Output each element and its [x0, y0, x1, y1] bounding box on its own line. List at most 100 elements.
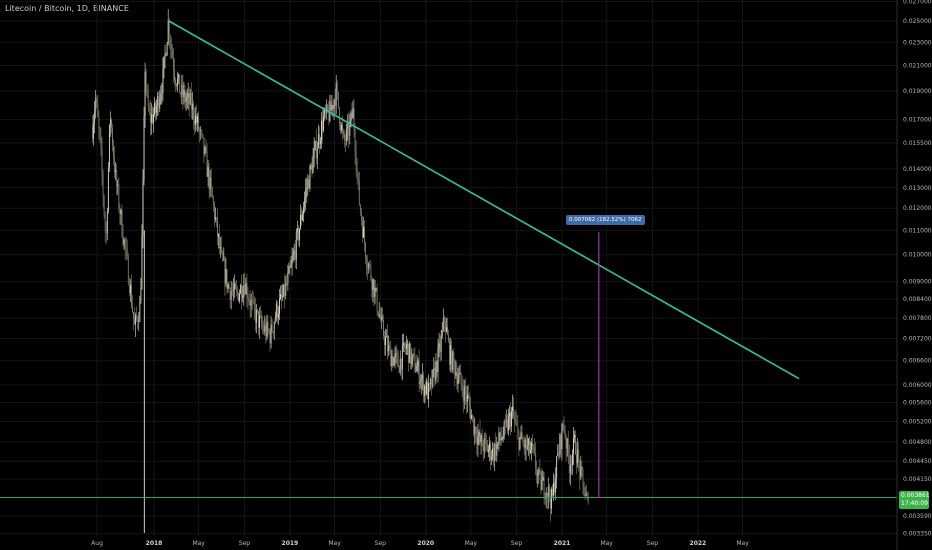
chart-canvas[interactable]: 0.027000 0.025000 0.023000 0.021000 0.019000… [0, 0, 932, 550]
candle-body [228, 284, 230, 289]
candle-body [192, 103, 194, 120]
y-tick-label: 0.004150 [903, 476, 932, 483]
candle-body [429, 383, 431, 385]
candle-body [534, 447, 536, 453]
candle-body [227, 284, 229, 289]
candle-body [496, 443, 498, 456]
candle-body [230, 291, 232, 300]
candle-body [207, 167, 209, 177]
candle-body [158, 96, 160, 109]
candle-body [194, 119, 195, 125]
x-tick-label: 2019 [282, 540, 299, 547]
candle-body [249, 301, 251, 307]
candle-body [110, 119, 111, 125]
candle-body [318, 134, 320, 144]
candle-body [284, 284, 286, 297]
candle-body [136, 315, 138, 319]
candle-body [425, 385, 426, 395]
candle-body [379, 314, 381, 320]
candle-body [263, 327, 265, 332]
last-price-badge: 0.003861 17:40:09 [899, 491, 930, 509]
candle-body [554, 482, 555, 493]
candle-body [437, 347, 439, 372]
candle-body [273, 322, 275, 332]
drawing-overlays [0, 20, 897, 499]
y-axis: 0.027000 0.025000 0.023000 0.021000 0.019000… [896, 0, 932, 550]
candle-body [569, 464, 571, 474]
measure-label[interactable]: 0.007062 (182.52%) 7062 [566, 215, 645, 225]
candle-body [304, 198, 306, 208]
candle-body [520, 432, 522, 438]
candle-body [342, 125, 343, 132]
candle-body [189, 93, 191, 105]
candle-body [92, 126, 93, 139]
candle-body [306, 188, 308, 190]
candle-body [217, 218, 218, 237]
candle-body [173, 57, 174, 70]
candle-body [96, 98, 98, 104]
candle-body [506, 420, 508, 431]
candle-body [432, 369, 434, 387]
candle-body [286, 282, 288, 284]
candle-body [450, 345, 452, 365]
candle-body [557, 453, 559, 457]
candle-body [573, 437, 574, 454]
candle-body [299, 228, 300, 240]
candle-body [485, 440, 487, 445]
y-tick-label: 0.021000 [903, 62, 932, 69]
y-tick-label: 0.009000 [903, 279, 932, 286]
candle-body [212, 198, 214, 205]
candle-body [155, 103, 156, 113]
candle-body [310, 165, 312, 167]
candle-body [473, 416, 475, 435]
candle-body [423, 385, 425, 396]
candle-body [479, 431, 481, 442]
candle-body [472, 415, 474, 417]
candle-body [359, 205, 361, 212]
candle-body [95, 98, 97, 111]
candle-body [108, 124, 110, 168]
candle-body [146, 90, 148, 94]
candle-body [513, 406, 515, 417]
candle-body [332, 105, 334, 110]
candle-body [525, 439, 527, 449]
candle-body [244, 285, 246, 295]
candle-body [370, 265, 372, 279]
candle-body [315, 141, 317, 159]
candle-body [578, 449, 580, 462]
candle-body [218, 234, 219, 237]
candle-body [421, 375, 423, 379]
candle-body [118, 184, 120, 209]
candle-body [243, 285, 245, 296]
candle-body [123, 239, 125, 245]
candle-body [572, 453, 573, 465]
candle-body [362, 220, 363, 238]
candle-body [549, 497, 551, 509]
candle-body [241, 285, 243, 299]
candle-body [141, 235, 143, 290]
candle-body [197, 116, 198, 124]
candle-body [568, 456, 570, 474]
candle-body [490, 443, 491, 460]
candle-body [548, 486, 550, 498]
candle-body [260, 315, 261, 317]
candle-body [459, 373, 461, 375]
y-tick-label: 0.005600 [903, 400, 932, 407]
candle-body [563, 425, 565, 431]
candle-body [438, 343, 440, 348]
candle-body [163, 56, 165, 69]
candle-body [389, 345, 391, 348]
candle-body [475, 426, 477, 438]
candle-body [530, 450, 531, 453]
candle-body [261, 316, 263, 325]
last-price-value: 0.003861 [901, 492, 930, 499]
candle-body [522, 440, 524, 443]
candle-body [395, 353, 397, 355]
candle-body [185, 99, 187, 102]
candle-body [129, 285, 131, 294]
candle-body [271, 324, 273, 332]
candle-body [582, 470, 584, 482]
y-tick-label: 0.017000 [903, 116, 932, 123]
candle-body [133, 312, 134, 319]
candle-body [369, 263, 371, 266]
